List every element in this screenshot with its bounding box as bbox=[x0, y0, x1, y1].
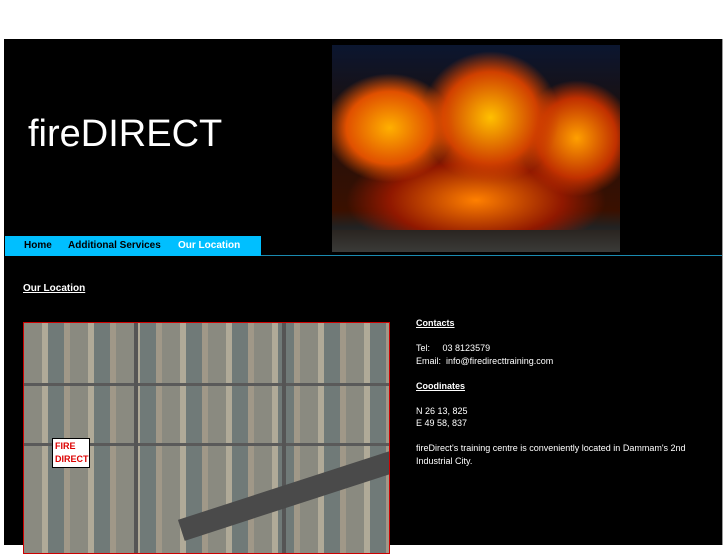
tel-value: 03 8123579 bbox=[442, 343, 491, 353]
nav-additional-services[interactable]: Additional Services bbox=[68, 240, 161, 251]
map-marker-label: FIRE DIRECT bbox=[52, 438, 90, 468]
site-logo[interactable]: fireDIRECT bbox=[28, 113, 222, 156]
contact-info: Contacts Tel: 03 8123579 Email: info@fir… bbox=[416, 317, 716, 467]
coord-north: N 26 13, 825 bbox=[416, 405, 468, 416]
hero-fire-image bbox=[332, 45, 620, 252]
page-title: Our Location bbox=[23, 283, 86, 294]
map-highway bbox=[177, 427, 389, 541]
main-nav: Home Additional Services Our Location bbox=[5, 236, 261, 256]
email-line: Email: info@firedirecttraining.com bbox=[416, 355, 716, 368]
nav-home[interactable]: Home bbox=[24, 240, 52, 251]
coord-east: E 49 58, 837 bbox=[416, 418, 468, 428]
tel-label: Tel: bbox=[416, 343, 431, 353]
coordinates-heading: Coodinates bbox=[416, 380, 466, 391]
email-label: Email: bbox=[416, 355, 442, 366]
location-description: fireDirect's training centre is convenie… bbox=[416, 443, 686, 466]
email-value[interactable]: info@firedirecttraining.com bbox=[446, 356, 553, 366]
page-container: fireDIRECT Home Additional Services Our … bbox=[4, 39, 723, 554]
contacts-heading: Contacts bbox=[416, 318, 455, 328]
map-label-line-2: DIRECT bbox=[55, 454, 89, 464]
nav-divider bbox=[261, 255, 722, 256]
map-label-line-1: FIRE bbox=[55, 441, 76, 451]
nav-our-location[interactable]: Our Location bbox=[178, 240, 240, 251]
location-map-image: FIRE DIRECT bbox=[23, 322, 390, 554]
tel-line: Tel: 03 8123579 bbox=[416, 342, 716, 355]
